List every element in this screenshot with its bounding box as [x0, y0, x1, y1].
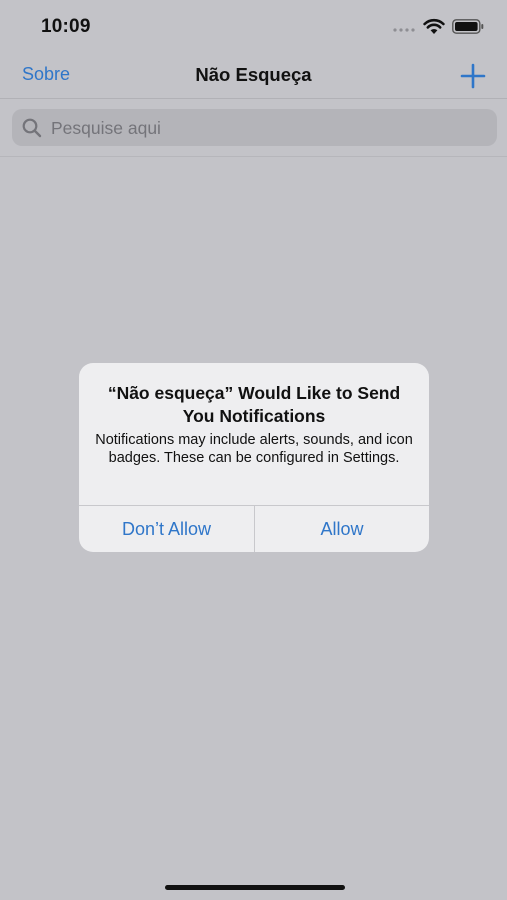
cellular-signal-icon — [393, 28, 415, 32]
notification-permission-alert: “Não esqueça” Would Like to Send You Not… — [79, 363, 429, 552]
alert-message: Notifications may include alerts, sounds… — [95, 432, 413, 466]
battery-icon — [452, 19, 484, 34]
allow-button[interactable]: Allow — [254, 506, 429, 552]
navigation-bar: Sobre Não Esqueça — [0, 52, 507, 98]
plus-icon[interactable] — [459, 62, 487, 90]
home-indicator[interactable] — [165, 885, 345, 890]
page-title: Não Esqueça — [195, 64, 312, 85]
search-placeholder: Pesquise aqui — [51, 118, 161, 138]
dont-allow-button[interactable]: Don’t Allow — [79, 506, 254, 552]
search-input[interactable]: Pesquise aqui — [12, 109, 497, 146]
status-bar: 10:09 — [0, 0, 507, 52]
status-time: 10:09 — [41, 16, 91, 37]
search-divider — [0, 156, 507, 157]
alert-button-row: Don’t Allow Allow — [79, 505, 429, 552]
search-icon — [22, 118, 42, 138]
wifi-icon — [423, 18, 445, 34]
alert-title: “Não esqueça” Would Like to Send You Not… — [107, 383, 401, 426]
nav-divider — [0, 98, 507, 99]
